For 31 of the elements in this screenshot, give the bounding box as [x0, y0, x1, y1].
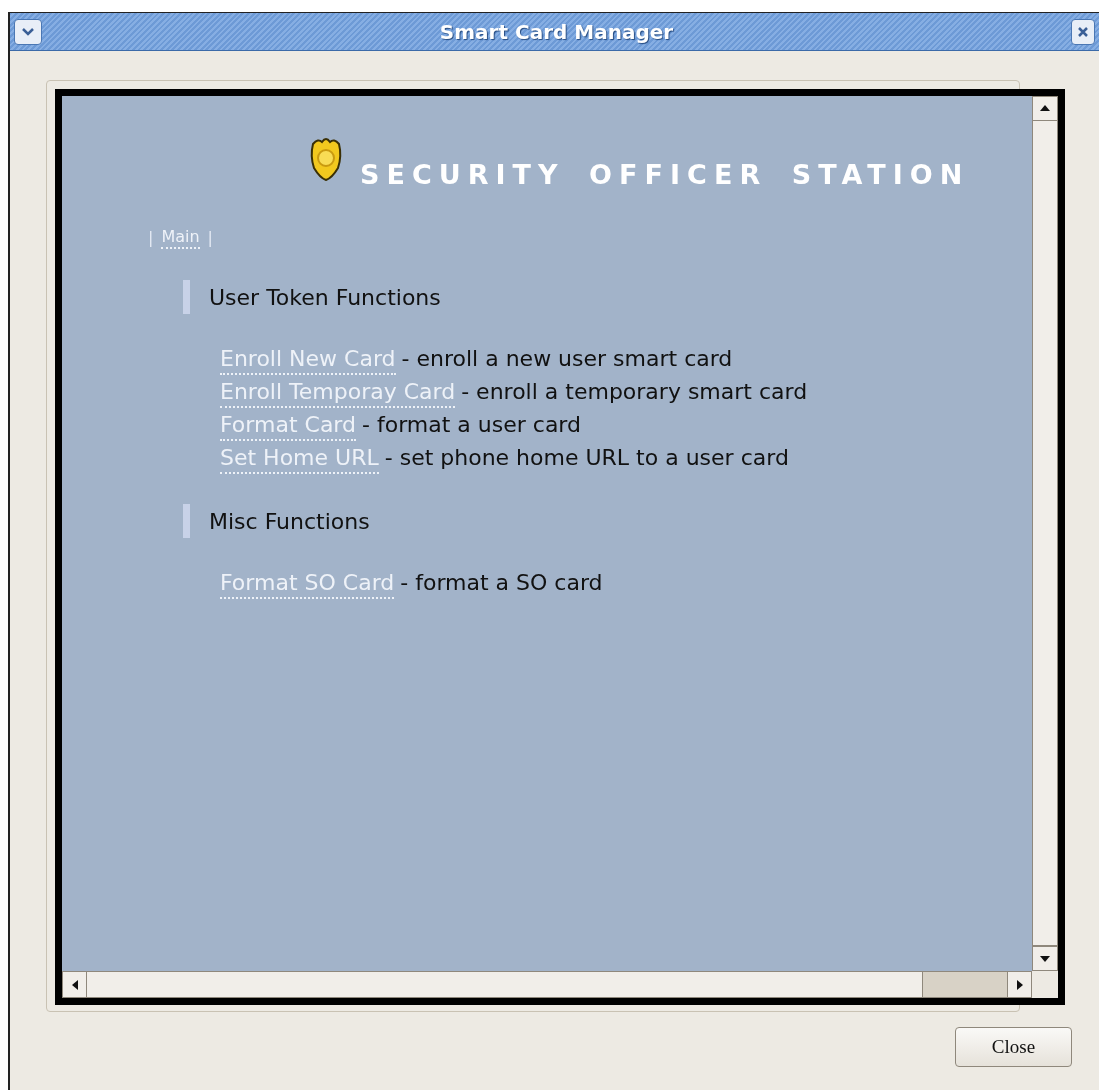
- section-marker: [183, 280, 190, 314]
- function-description: - set phone home URL to a user card: [384, 444, 789, 472]
- chevron-down-icon: [22, 27, 34, 36]
- function-description: - enroll a temporary smart card: [461, 378, 808, 406]
- function-link[interactable]: Format Card: [220, 411, 356, 441]
- vertical-scrollbar[interactable]: [1032, 96, 1058, 971]
- arrow-up-icon: [1040, 105, 1050, 112]
- nav-separator: |: [207, 227, 213, 249]
- arrow-right-icon: [1016, 979, 1023, 990]
- nav-separator: |: [148, 227, 154, 249]
- badge-icon: [308, 136, 344, 182]
- menu-button[interactable]: [14, 18, 42, 45]
- section-title: User Token Functions: [209, 283, 441, 312]
- page-heading: SECURITY OFFICER STATION: [360, 161, 970, 188]
- function-link[interactable]: Enroll New Card: [220, 345, 396, 375]
- horizontal-scrollbar[interactable]: [62, 971, 1032, 998]
- scrollbar-corner: [1032, 971, 1058, 998]
- section-marker: [183, 504, 190, 538]
- arrow-left-icon: [71, 979, 78, 990]
- close-icon[interactable]: [1071, 18, 1095, 45]
- function-description: - enroll a new user smart card: [401, 345, 733, 373]
- function-link[interactable]: Format SO Card: [220, 569, 395, 599]
- section-title: Misc Functions: [209, 507, 370, 536]
- window-title: Smart Card Manager: [439, 18, 674, 46]
- nav-link[interactable]: Main: [161, 227, 200, 249]
- close-button[interactable]: Close: [955, 1027, 1072, 1067]
- function-description: - format a user card: [362, 411, 581, 439]
- function-link[interactable]: Enroll Temporay Card: [220, 378, 456, 408]
- function-link[interactable]: Set Home URL: [220, 444, 379, 474]
- arrow-down-icon: [1040, 955, 1050, 962]
- function-description: - format a SO card: [400, 569, 603, 597]
